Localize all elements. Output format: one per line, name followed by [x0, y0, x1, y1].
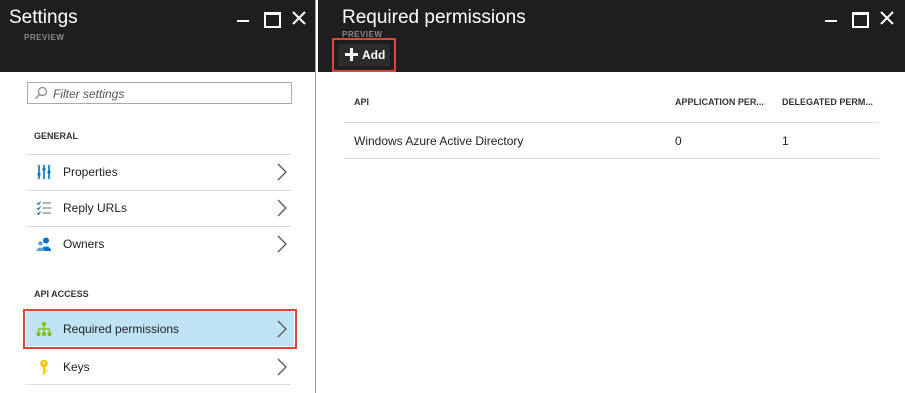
column-header-delegated-permissions[interactable]: DELEGATED PERM...	[782, 97, 877, 107]
chevron-right-icon	[277, 358, 287, 376]
add-button-label: Add	[362, 48, 386, 62]
menu-item-properties[interactable]: Properties	[26, 155, 294, 189]
chevron-right-icon	[277, 235, 287, 253]
chevron-right-icon	[277, 320, 287, 338]
menu-item-label: Owners	[63, 237, 105, 251]
add-button[interactable]: Add	[332, 38, 396, 72]
chevron-right-icon	[277, 199, 287, 217]
close-icon[interactable]	[878, 9, 896, 27]
filter-settings-input[interactable]	[53, 85, 288, 102]
table-row[interactable]: Windows Azure Active Directory 0 1	[344, 123, 879, 159]
add-button-body[interactable]: Add	[338, 44, 390, 66]
settings-blade: Settings PREVIEW GENERAL Properties	[0, 0, 316, 393]
menu-item-reply-urls[interactable]: Reply URLs	[26, 191, 294, 225]
grid-header-row: API APPLICATION PER... DELEGATED PERM...	[344, 88, 879, 123]
menu-item-label: Required permissions	[63, 322, 180, 336]
close-icon[interactable]	[290, 9, 308, 27]
filter-settings-box[interactable]	[27, 82, 292, 104]
menu-item-label: Keys	[63, 360, 90, 374]
permissions-title: Required permissions	[342, 7, 526, 28]
menu-item-label: Properties	[63, 165, 118, 179]
plus-icon	[345, 48, 358, 61]
cell-application-permissions: 0	[675, 134, 682, 148]
divider	[26, 384, 291, 385]
properties-icon	[37, 165, 51, 179]
menu-item-owners[interactable]: Owners	[26, 227, 294, 261]
checklist-icon	[36, 201, 51, 216]
settings-title: Settings	[9, 7, 78, 28]
search-icon	[35, 86, 48, 99]
maximize-icon[interactable]	[850, 9, 869, 28]
minimize-icon[interactable]	[822, 9, 840, 27]
section-api-access-label: API ACCESS	[34, 289, 89, 299]
menu-item-required-permissions[interactable]: Required permissions	[23, 309, 297, 349]
menu-item-label: Reply URLs	[63, 201, 128, 215]
menu-item-keys[interactable]: Keys	[26, 350, 294, 384]
cell-api-name: Windows Azure Active Directory	[354, 134, 524, 148]
cell-delegated-permissions: 1	[782, 134, 789, 148]
owners-icon	[36, 237, 51, 251]
key-icon	[40, 359, 48, 375]
section-general-label: GENERAL	[34, 131, 79, 141]
settings-subtitle: PREVIEW	[24, 33, 65, 42]
permissions-grid: API APPLICATION PER... DELEGATED PERM...…	[344, 88, 879, 159]
permissions-blade-header: Required permissions PREVIEW Add	[318, 0, 905, 72]
column-header-application-permissions[interactable]: APPLICATION PER...	[675, 97, 770, 107]
required-permissions-blade: Required permissions PREVIEW Add API APP…	[318, 0, 905, 393]
permissions-tree-icon	[36, 322, 52, 336]
maximize-icon[interactable]	[262, 9, 281, 28]
minimize-icon[interactable]	[234, 9, 252, 27]
settings-blade-header: Settings PREVIEW	[0, 0, 315, 72]
chevron-right-icon	[277, 163, 287, 181]
column-header-api[interactable]: API	[354, 97, 654, 107]
